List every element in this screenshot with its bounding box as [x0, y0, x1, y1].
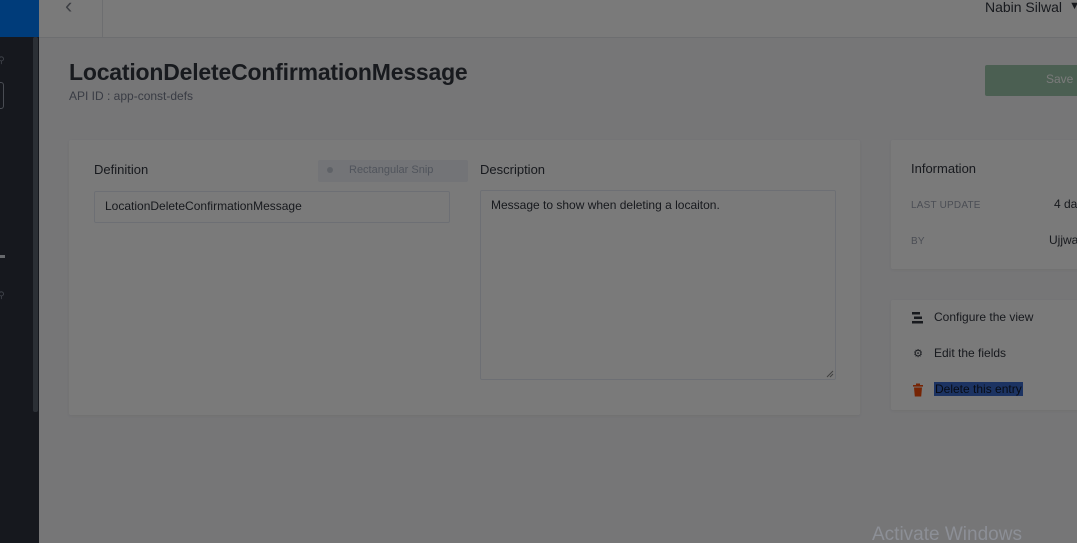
- search-input[interactable]: [0, 82, 4, 109]
- nav-scrollbar[interactable]: [33, 37, 38, 412]
- actions-panel: Configure the view ⚙ Edit the fields Del…: [891, 300, 1077, 410]
- description-text: Message to show when deleting a locaiton…: [491, 198, 720, 212]
- nav-item-indicator: [0, 255, 5, 258]
- search-icon[interactable]: ⚲: [0, 55, 5, 66]
- by-label: BY: [911, 236, 925, 247]
- user-menu[interactable]: Nabin Silwal: [985, 0, 1062, 15]
- search-icon[interactable]: ⚲: [0, 290, 5, 301]
- by-value: Ujjwa: [1049, 233, 1077, 247]
- top-header: ‹ Nabin Silwal ▼: [39, 0, 1077, 38]
- caret-down-icon[interactable]: ▼: [1069, 0, 1077, 12]
- api-id: API ID : app-const-defs: [69, 89, 194, 103]
- brand-logo[interactable]: [0, 0, 39, 37]
- windows-watermark: Activate Windows: [872, 524, 1022, 543]
- last-update-value: 4 da: [1054, 197, 1077, 211]
- snip-tooltip: Rectangular Snip: [318, 160, 468, 182]
- resize-handle-icon[interactable]: [826, 370, 834, 378]
- description-label: Description: [480, 162, 546, 177]
- save-button[interactable]: Save: [985, 65, 1077, 96]
- back-button[interactable]: ‹: [65, 0, 103, 37]
- gear-icon: ⚙: [913, 348, 923, 360]
- page-title: LocationDeleteConfirmationMessage: [69, 59, 468, 85]
- chevron-left-icon: ‹: [65, 0, 73, 18]
- last-update-label: LAST UPDATE: [911, 200, 981, 211]
- edit-fields-label: Edit the fields: [934, 346, 1007, 360]
- definition-label: Definition: [94, 162, 149, 177]
- information-title: Information: [911, 161, 977, 176]
- layout-icon: [912, 312, 923, 324]
- delete-entry-label: Delete this entry: [934, 382, 1023, 396]
- description-field[interactable]: Message to show when deleting a locaiton…: [480, 190, 836, 380]
- snip-dot-icon: [327, 167, 333, 173]
- trash-icon: [913, 383, 923, 397]
- configure-view-label: Configure the view: [934, 310, 1034, 324]
- information-panel: Information LAST UPDATE 4 da BY Ujjwa: [891, 140, 1077, 269]
- edit-card: Definition Rectangular Snip Description …: [69, 140, 860, 415]
- left-nav: ⚲ ⚲: [0, 0, 39, 543]
- definition-field[interactable]: LocationDeleteConfirmationMessage: [94, 191, 450, 223]
- snip-tooltip-text: Rectangular Snip: [349, 164, 434, 176]
